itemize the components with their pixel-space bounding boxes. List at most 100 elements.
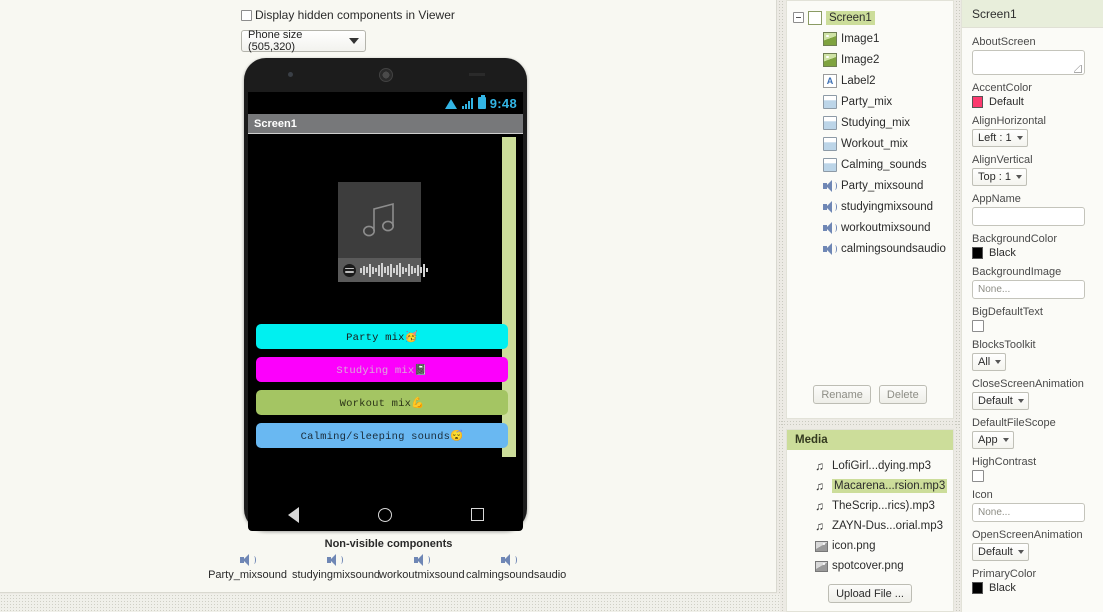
media-item[interactable]: ♫ TheScrip...rics).mp3 (787, 496, 953, 516)
button-icon (823, 115, 837, 130)
tree-item-label: Label2 (841, 74, 876, 87)
property-label: AppName (972, 193, 1021, 205)
property-color[interactable]: Black (972, 247, 1093, 259)
back-icon[interactable] (287, 506, 299, 523)
media-item[interactable]: ♫ Macarena...rsion.mp3 (787, 476, 953, 496)
phone-mockup: 9:48 Screen1 Party mix🥳 Studying mix📓 Wo… (244, 58, 527, 531)
media-item[interactable]: ♫ ZAYN-Dus...orial.mp3 (787, 516, 953, 536)
png-icon (815, 540, 828, 552)
workout-mix-button[interactable]: Workout mix💪 (256, 390, 508, 415)
tree-item-label2[interactable]: A Label2 (791, 70, 949, 91)
property-label: AlignHorizontal (972, 115, 1046, 127)
sound-icon (823, 221, 837, 234)
upload-file-button[interactable]: Upload File ... (828, 584, 912, 603)
non-visible-component[interactable]: Party_mixsound (205, 554, 290, 581)
tree-item-party_mix[interactable]: Party_mix (791, 91, 949, 112)
non-visible-component[interactable]: studyingmixsound (292, 554, 380, 581)
tree-item-label: studyingmixsound (841, 200, 934, 213)
wifi-icon (444, 98, 458, 109)
tree-item-workout_mix[interactable]: Workout_mix (791, 133, 949, 154)
mp3-icon: ♫ (815, 478, 824, 493)
property-color[interactable]: Default (972, 96, 1093, 108)
media-item-label: icon.png (832, 540, 876, 552)
recents-icon[interactable] (470, 508, 484, 521)
non-visible-component[interactable]: workoutmixsound (379, 554, 465, 581)
property-aboutscreen: AboutScreen (972, 36, 1093, 75)
album-art-image[interactable] (338, 182, 428, 282)
property-defaultfilescope: DefaultFileScope App (972, 417, 1093, 449)
property-highcontrast: HighContrast (972, 456, 1093, 482)
property-select[interactable]: All (972, 353, 1007, 371)
property-closescreenanimation: CloseScreenAnimation Default (972, 378, 1093, 410)
battery-icon (477, 95, 486, 109)
speaker-icon (413, 554, 430, 567)
property-color-value: Default (989, 96, 1024, 108)
non-visible-component-label: Party_mixsound (208, 569, 287, 581)
viewer-panel: Display hidden components in Viewer Phon… (0, 0, 777, 593)
phone-screen: 9:48 Screen1 Party mix🥳 Studying mix📓 Wo… (248, 92, 523, 498)
delete-button[interactable]: Delete (878, 385, 927, 404)
tree-item-screen1[interactable]: Screen1 (791, 7, 949, 28)
rename-button[interactable]: Rename (813, 385, 871, 404)
media-item[interactable]: spotcover.png (787, 556, 953, 576)
display-hidden-components-checkbox-row[interactable]: Display hidden components in Viewer (241, 8, 571, 22)
image-icon (823, 52, 837, 67)
speaker-icon (239, 554, 256, 567)
vertical-splitter-left[interactable] (778, 0, 784, 612)
tree-item-label: Calming_sounds (841, 158, 927, 171)
media-item-label: ZAYN-Dus...orial.mp3 (832, 520, 943, 532)
spotify-logo-icon (343, 263, 356, 277)
media-item[interactable]: icon.png (787, 536, 953, 556)
tree-item-calmingsoundsaudio[interactable]: calmingsoundsaudio (791, 238, 949, 259)
property-label: BlocksToolkit (972, 339, 1036, 351)
property-checkbox[interactable] (972, 470, 984, 482)
property-color[interactable]: Black (972, 582, 1093, 594)
tree-item-workoutmixsound[interactable]: workoutmixsound (791, 217, 949, 238)
property-input[interactable]: None... (972, 280, 1085, 299)
property-textarea[interactable] (972, 50, 1085, 75)
tree-item-label: workoutmixsound (841, 221, 931, 234)
property-select[interactable]: Left : 1 (972, 129, 1028, 147)
media-panel-header: Media (787, 430, 953, 450)
tree-item-label: Image2 (841, 53, 880, 66)
tree-item-studying_mix[interactable]: Studying_mix (791, 112, 949, 133)
tree-item-image1[interactable]: Image1 (791, 28, 949, 49)
phone-size-select[interactable]: Phone size (505,320) (241, 29, 366, 53)
property-checkbox[interactable] (972, 320, 984, 332)
property-label: CloseScreenAnimation (972, 378, 1084, 390)
middle-column: Screen1 Image1 Image2 A Label2 Party_mix Study… (786, 0, 954, 612)
tree-item-image2[interactable]: Image2 (791, 49, 949, 70)
property-select[interactable]: Default (972, 543, 1029, 561)
sound-icon (823, 200, 837, 213)
media-panel: Media ♫ LofiGirl...dying.mp3 ♫ Macarena...r… (786, 429, 954, 612)
phone-bezel-top (244, 58, 527, 92)
home-icon[interactable] (377, 507, 392, 522)
component-tree: Screen1 Image1 Image2 A Label2 Party_mix Study… (787, 1, 953, 259)
earpiece-icon (378, 68, 393, 82)
properties-panel: Screen1 AboutScreen AccentColor Default Ali… (961, 0, 1103, 612)
tree-item-party_mixsound[interactable]: Party_mixsound (791, 175, 949, 196)
property-bigdefaulttext: BigDefaultText (972, 306, 1093, 332)
property-label: PrimaryColor (972, 568, 1037, 580)
tree-item-calming_sounds[interactable]: Calming_sounds (791, 154, 949, 175)
android-status-bar: 9:48 (248, 92, 523, 114)
property-select[interactable]: App (972, 431, 1014, 449)
display-hidden-components-checkbox[interactable] (241, 9, 252, 21)
studying-mix-button[interactable]: Studying mix📓 (256, 357, 508, 382)
form-canvas: Party mix🥳 Studying mix📓 Workout mix💪 Ca… (248, 134, 523, 476)
chevron-down-icon (1017, 550, 1024, 554)
calming-sounds-button[interactable]: Calming/sleeping sounds😴 (256, 423, 508, 448)
property-select[interactable]: Top : 1 (972, 168, 1028, 186)
party-mix-button[interactable]: Party mix🥳 (256, 324, 508, 349)
mp3-icon: ♫ (815, 458, 824, 473)
media-item[interactable]: ♫ LofiGirl...dying.mp3 (787, 456, 953, 476)
tree-item-label: Party_mixsound (841, 179, 924, 192)
property-select[interactable]: Default (972, 392, 1029, 410)
collapse-icon[interactable] (793, 12, 804, 23)
component-tree-actions: Rename Delete (787, 385, 953, 404)
property-input[interactable] (972, 207, 1085, 226)
tree-item-studyingmixsound[interactable]: studyingmixsound (791, 196, 949, 217)
non-visible-component[interactable]: calmingsoundsaudio (466, 554, 566, 581)
mp3-icon: ♫ (815, 498, 824, 513)
property-input[interactable]: None... (972, 503, 1085, 522)
